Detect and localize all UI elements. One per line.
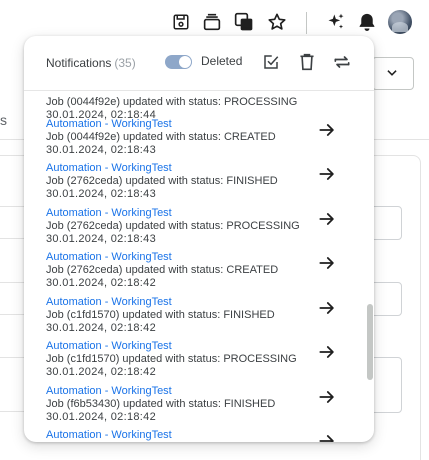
notifications-header: Notifications (35) Deleted <box>24 36 374 91</box>
notification-message: Job (0044f92e) updated with status: CREA… <box>46 131 276 143</box>
toolbar-divider <box>306 12 307 34</box>
notification-time: 30.01.2024, 02:18:43 <box>46 188 156 200</box>
notification-source-link[interactable]: Automation - WorkingTest <box>46 296 172 308</box>
mark-all-read-icon[interactable] <box>260 51 282 73</box>
sparkle-icon[interactable] <box>324 10 348 34</box>
arrow-right-icon[interactable] <box>317 431 337 442</box>
notification-item[interactable]: Automation - WorkingTest Job (0044f92e) … <box>24 118 364 163</box>
notification-message: Job (c1fd1570) updated with status: PROC… <box>46 353 297 365</box>
notification-message: Job (f6b53430) updated with status: FINI… <box>46 398 276 410</box>
notification-source-link[interactable]: Automation - WorkingTest <box>46 385 172 397</box>
background-tab-label: s <box>0 112 7 128</box>
notification-source-link[interactable]: Automation - WorkingTest <box>46 207 172 219</box>
toggle-knob <box>179 56 191 68</box>
layers-icon[interactable] <box>200 10 224 34</box>
arrow-right-icon[interactable] <box>317 209 337 229</box>
arrow-right-icon[interactable] <box>317 387 337 407</box>
deleted-toggle[interactable] <box>165 55 192 69</box>
notification-time: 30.01.2024, 02:18:42 <box>46 366 156 378</box>
star-icon[interactable] <box>265 10 289 34</box>
notification-item[interactable]: Automation - WorkingTest <box>24 429 364 442</box>
arrow-right-icon[interactable] <box>317 253 337 273</box>
scrollbar-thumb[interactable] <box>367 304 373 380</box>
notification-message: Job (2762ceda) updated with status: FINI… <box>46 175 278 187</box>
notifications-title: Notifications (35) <box>46 56 136 70</box>
notification-item[interactable]: Automation - WorkingTest Job (2762ceda) … <box>24 162 364 207</box>
notifications-panel: Notifications (35) Deleted Job (0044f92e)… <box>24 36 374 442</box>
notification-item[interactable]: Automation - WorkingTest Job (2762ceda) … <box>24 207 364 252</box>
notification-item[interactable]: Automation - WorkingTest Job (f6b53430) … <box>24 385 364 430</box>
notifications-title-text: Notifications <box>46 56 112 70</box>
notification-message: Job (c1fd1570) updated with status: FINI… <box>46 309 275 321</box>
notification-time: 30.01.2024, 02:18:42 <box>46 322 156 334</box>
save-icon[interactable] <box>169 10 193 34</box>
arrow-right-icon[interactable] <box>317 164 337 184</box>
chevron-down-icon <box>387 70 397 76</box>
notification-source-link[interactable]: Automation - WorkingTest <box>46 118 172 130</box>
avatar[interactable] <box>388 10 412 34</box>
arrow-right-icon[interactable] <box>317 120 337 140</box>
background-field-1[interactable] <box>370 206 402 240</box>
notification-item[interactable]: Automation - WorkingTest Job (c1fd1570) … <box>24 340 364 385</box>
notifications-list[interactable]: Job (0044f92e) updated with status: PROC… <box>24 91 374 442</box>
notification-source-link[interactable]: Automation - WorkingTest <box>46 251 172 263</box>
notification-message: Job (0044f92e) updated with status: PROC… <box>46 96 298 108</box>
notification-source-link[interactable]: Automation - WorkingTest <box>46 162 172 174</box>
arrow-right-icon[interactable] <box>317 342 337 362</box>
delete-all-icon[interactable] <box>296 51 318 73</box>
notification-time: 30.01.2024, 02:18:42 <box>46 277 156 289</box>
notification-message: Job (2762ceda) updated with status: PROC… <box>46 220 300 232</box>
notification-time: 30.01.2024, 02:18:43 <box>46 233 156 245</box>
deleted-toggle-label: Deleted <box>201 54 243 68</box>
notification-time: 30.01.2024, 02:18:42 <box>46 411 156 423</box>
background-textarea[interactable] <box>370 357 402 413</box>
bell-icon[interactable] <box>355 10 379 34</box>
notification-source-link[interactable]: Automation - WorkingTest <box>46 429 172 441</box>
notification-message: Job (2762ceda) updated with status: CREA… <box>46 264 279 276</box>
notifications-count: (35) <box>114 56 136 70</box>
scrollbar-track[interactable] <box>367 91 373 436</box>
notification-item[interactable]: Automation - WorkingTest Job (c1fd1570) … <box>24 296 364 341</box>
background-select[interactable] <box>372 57 414 90</box>
copy-icon[interactable] <box>232 10 256 34</box>
notification-item[interactable]: Automation - WorkingTest Job (2762ceda) … <box>24 251 364 296</box>
background-field-2[interactable] <box>370 282 402 316</box>
arrow-right-icon[interactable] <box>317 298 337 318</box>
refresh-icon[interactable] <box>331 51 353 73</box>
notification-time: 30.01.2024, 02:18:43 <box>46 144 156 156</box>
notification-source-link[interactable]: Automation - WorkingTest <box>46 340 172 352</box>
